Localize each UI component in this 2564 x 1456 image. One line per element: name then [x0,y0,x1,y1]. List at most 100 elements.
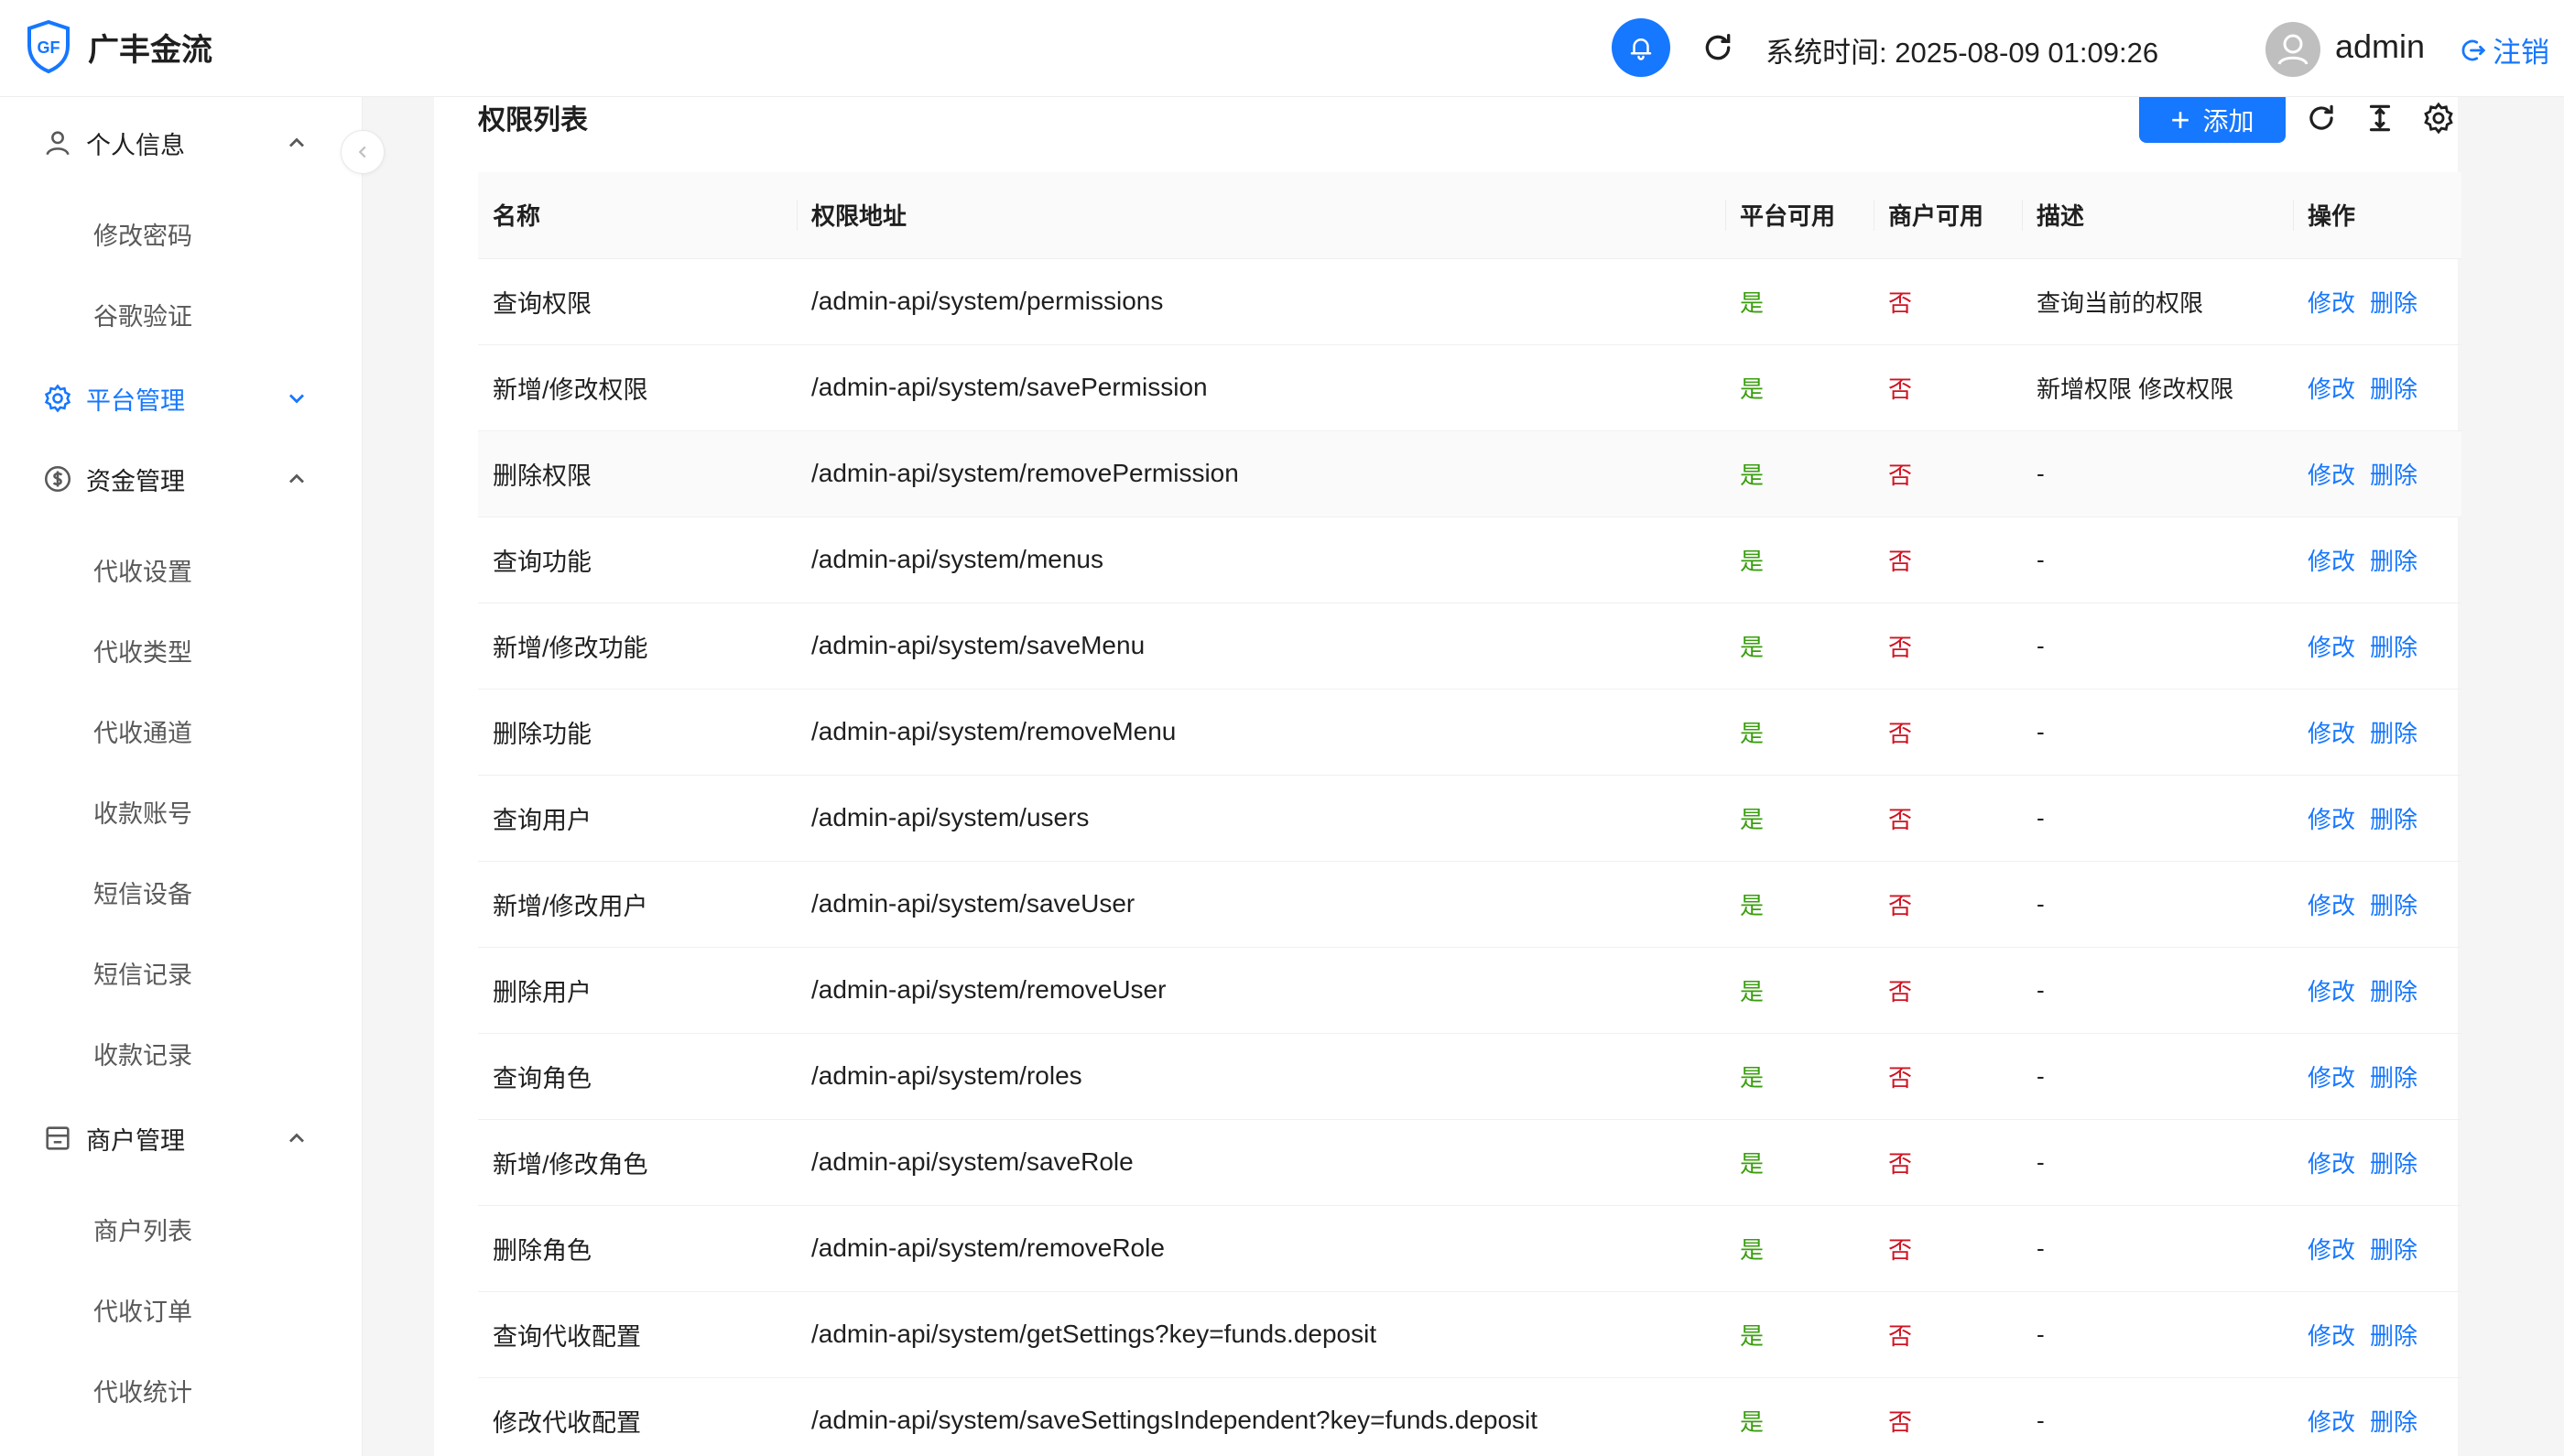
table-row[interactable]: 查询功能/admin-api/system/menus 是否 - 修改 删除 [478,516,2461,603]
edit-link[interactable]: 修改 [2308,289,2355,317]
table-row[interactable]: 新增/修改用户/admin-api/system/saveUser 是否 - 修改 删除 [478,861,2461,948]
table-row[interactable]: 查询用户/admin-api/system/users 是否 - 修改 删除 [478,775,2461,862]
cell-platform-available: 是 [1725,1291,1874,1378]
cell-name: 查询权限 [478,258,797,345]
delete-link[interactable]: 删除 [2370,548,2417,575]
cell-name: 删除功能 [478,689,797,776]
edit-link[interactable]: 修改 [2308,806,2355,833]
sidebar-item-merchant-list[interactable]: 商户列表 [0,1190,363,1263]
brand-logo[interactable]: GF 广丰金流 [26,20,212,73]
settings-icon[interactable] [2421,101,2456,136]
sidebar-item-label: 谷歌验证 [93,303,192,331]
cell-name: 删除用户 [478,947,797,1034]
edit-link[interactable]: 修改 [2308,1236,2355,1264]
cell-merchant-available: 否 [1874,1033,2022,1120]
edit-link[interactable]: 修改 [2308,1322,2355,1350]
delete-link[interactable]: 删除 [2370,892,2417,919]
delete-link[interactable]: 删除 [2370,720,2417,747]
sidebar-item-deposit-channels[interactable]: 代收通道 [0,691,363,765]
cell-actions: 修改 删除 [2293,1033,2461,1120]
shop-icon [46,1126,70,1150]
cell-path: /admin-api/system/savePermission [797,344,1725,431]
edit-link[interactable]: 修改 [2308,634,2355,661]
cell-merchant-available: 否 [1874,1205,2022,1292]
sidebar-item-sms-devices[interactable]: 短信设备 [0,853,363,926]
cell-actions: 修改 删除 [2293,430,2461,517]
table-row[interactable]: 修改代收配置/admin-api/system/saveSettingsInde… [478,1377,2461,1456]
edit-link[interactable]: 修改 [2308,548,2355,575]
sidebar-group-funds[interactable]: 资金管理 [0,442,363,516]
edit-link[interactable]: 修改 [2308,892,2355,919]
table-row[interactable]: 查询代收配置/admin-api/system/getSettings?key=… [478,1291,2461,1378]
sidebar-item-deposit-orders[interactable]: 代收订单 [0,1270,363,1343]
sidebar-group-label: 个人信息 [86,131,185,159]
table-row[interactable]: 删除角色/admin-api/system/removeRole 是否 - 修改 删除 [478,1205,2461,1292]
sidebar-item-google-auth[interactable]: 谷歌验证 [0,275,363,348]
refresh-icon[interactable] [1700,29,1736,66]
cell-actions: 修改 删除 [2293,775,2461,862]
column-header-platform[interactable]: 平台可用 [1725,172,1874,259]
delete-link[interactable]: 删除 [2370,375,2417,403]
delete-link[interactable]: 删除 [2370,462,2417,489]
delete-link[interactable]: 删除 [2370,1236,2417,1264]
avatar[interactable] [2265,22,2320,77]
cell-actions: 修改 删除 [2293,1291,2461,1378]
logout-button[interactable]: 注销 [2460,29,2549,71]
edit-link[interactable]: 修改 [2308,720,2355,747]
sidebar-item-deposit-types[interactable]: 代收类型 [0,611,363,684]
table-row[interactable]: 删除用户/admin-api/system/removeUser 是否 - 修改 删除 [478,947,2461,1034]
delete-link[interactable]: 删除 [2370,1322,2417,1350]
sidebar-group-profile[interactable]: 个人信息 [0,106,363,179]
delete-link[interactable]: 删除 [2370,978,2417,1005]
column-header-path[interactable]: 权限地址 [797,172,1725,259]
delete-link[interactable]: 删除 [2370,1064,2417,1092]
delete-link[interactable]: 删除 [2370,1150,2417,1178]
cell-merchant-available: 否 [1874,689,2022,776]
column-header-description[interactable]: 描述 [2022,172,2293,259]
cell-name: 新增/修改角色 [478,1119,797,1206]
sidebar-item-label: 短信记录 [93,962,192,989]
edit-link[interactable]: 修改 [2308,375,2355,403]
cell-description: - [2022,861,2293,948]
sidebar-group-platform[interactable]: 平台管理 [0,362,363,435]
delete-link[interactable]: 删除 [2370,1408,2417,1436]
delete-link[interactable]: 删除 [2370,634,2417,661]
column-height-icon[interactable] [2363,101,2397,136]
sidebar-item-sms-records[interactable]: 短信记录 [0,933,363,1006]
column-header-merchant[interactable]: 商户可用 [1874,172,2022,259]
table-row[interactable]: 删除功能/admin-api/system/removeMenu 是否 - 修改 删除 [478,689,2461,776]
sidebar-item-payment-records[interactable]: 收款记录 [0,1014,363,1087]
edit-link[interactable]: 修改 [2308,462,2355,489]
sidebar-item-change-password[interactable]: 修改密码 [0,194,363,267]
notification-button[interactable] [1612,18,1670,77]
cell-actions: 修改 删除 [2293,603,2461,690]
sidebar-group-merchants[interactable]: 商户管理 [0,1102,363,1175]
reload-icon[interactable] [2304,101,2339,136]
cell-platform-available: 是 [1725,430,1874,517]
username[interactable]: admin [2335,27,2425,66]
edit-link[interactable]: 修改 [2308,1150,2355,1178]
table-row[interactable]: 新增/修改角色/admin-api/system/saveRole 是否 - 修改 删除 [478,1119,2461,1206]
edit-link[interactable]: 修改 [2308,1408,2355,1436]
table-row[interactable]: 查询角色/admin-api/system/roles 是否 - 修改 删除 [478,1033,2461,1120]
table-row[interactable]: 删除权限/admin-api/system/removePermission 是否… [478,430,2461,517]
edit-link[interactable]: 修改 [2308,978,2355,1005]
sidebar-item-receiving-accounts[interactable]: 收款账号 [0,772,363,845]
gear-icon [44,384,71,413]
delete-link[interactable]: 删除 [2370,806,2417,833]
cell-description: 查询当前的权限 [2022,258,2293,345]
sidebar-item-label: 代收设置 [93,559,192,586]
table-row[interactable]: 查询权限/admin-api/system/permissions 是否查询当前的… [478,258,2461,345]
column-header-name[interactable]: 名称 [478,172,797,259]
edit-link[interactable]: 修改 [2308,1064,2355,1092]
cell-description: - [2022,1291,2293,1378]
delete-link[interactable]: 删除 [2370,289,2417,317]
cell-description: - [2022,1205,2293,1292]
sidebar-item-deposit-settings[interactable]: 代收设置 [0,530,363,603]
table-row[interactable]: 新增/修改功能/admin-api/system/saveMenu 是否 - 修改 删除 [478,603,2461,690]
table-row[interactable]: 新增/修改权限/admin-api/system/savePermission 是… [478,344,2461,431]
add-button[interactable]: + 添加 [2139,97,2286,143]
cell-path: /admin-api/system/permissions [797,258,1725,345]
sidebar-collapse-button[interactable] [341,130,385,174]
sidebar-item-deposit-stats[interactable]: 代收统计 [0,1351,363,1424]
